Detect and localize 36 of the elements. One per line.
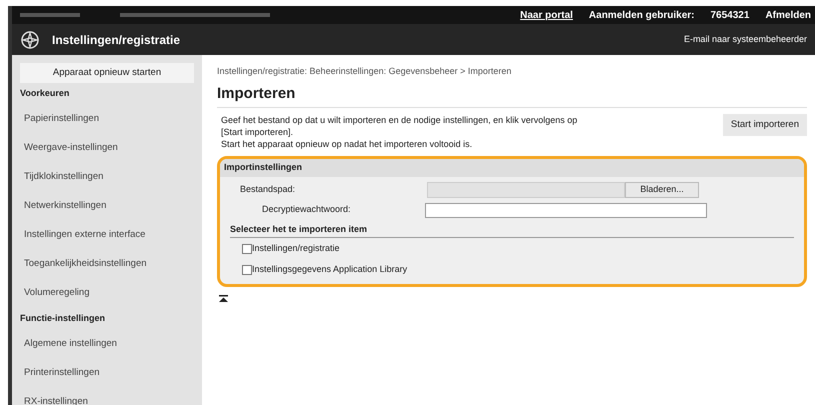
browse-button[interactable]: Bladeren...: [625, 182, 699, 198]
description-text: Start het apparaat opnieuw op nadat het importeren voltooid is.: [221, 138, 474, 150]
sidebar-item[interactable]: Instellingen externe interface: [16, 220, 198, 250]
sidebar-item[interactable]: Papierinstellingen: [16, 104, 198, 134]
header-link[interactable]: Naar portal: [520, 8, 573, 22]
checkbox-label: Instellingen/registratie: [252, 242, 340, 255]
sidebar-item[interactable]: Netwerkinstellingen: [16, 192, 198, 221]
page-title: Importeren: [217, 82, 807, 108]
sidebar-item[interactable]: Printerinstellingen: [16, 358, 198, 388]
sidebar-item[interactable]: Algemene instellingen: [16, 329, 198, 358]
email-admin-link[interactable]: E-mail naar systeembeheerder: [684, 32, 807, 46]
checkbox[interactable]: [242, 264, 252, 274]
start-import-button[interactable]: Start importeren: [722, 114, 807, 136]
restart-button[interactable]: Apparaat opnieuw starten: [20, 63, 194, 84]
checkbox-label: Instellingsgegevens Application Library: [252, 262, 408, 276]
field-label: Decryptiewachtwoord:: [261, 203, 352, 216]
sidebar-item[interactable]: Toegankelijkheidsinstellingen: [16, 250, 198, 279]
scroll-to-top-icon[interactable]: [219, 295, 228, 303]
sidebar-item[interactable]: Volumeregeling: [16, 278, 198, 308]
sidebar-item[interactable]: Weergave-instellingen: [16, 134, 198, 163]
file-path-field[interactable]: [427, 182, 625, 198]
description-text: Geef het bestand op dat u wilt importeren en de nodige instellingen, en klik vervolgens op [Start importeren].: [221, 114, 578, 138]
user-label: 7654321: [710, 8, 750, 22]
field-label: Bestandspad:: [239, 182, 296, 196]
password-field[interactable]: [425, 202, 707, 218]
section-heading: Voorkeuren: [19, 87, 70, 100]
breadcrumb: Instellingen/registratie: Beheerinstellingen: Gegevensbeheer > Importeren: [217, 65, 512, 78]
header-title: Instellingen/registratie: [52, 32, 180, 48]
user-label: Aanmelden gebruiker:: [588, 8, 694, 22]
sidebar-item[interactable]: Tijdklokinstellingen: [16, 162, 198, 192]
header-link[interactable]: Afmelden: [765, 8, 811, 22]
section-heading: Selecteer het te importeren item: [230, 222, 794, 238]
section-heading: Importinstellingen: [220, 159, 804, 176]
section-heading: Functie-instellingen: [19, 312, 106, 325]
gear-icon: [20, 30, 40, 50]
checkbox[interactable]: [242, 244, 252, 254]
